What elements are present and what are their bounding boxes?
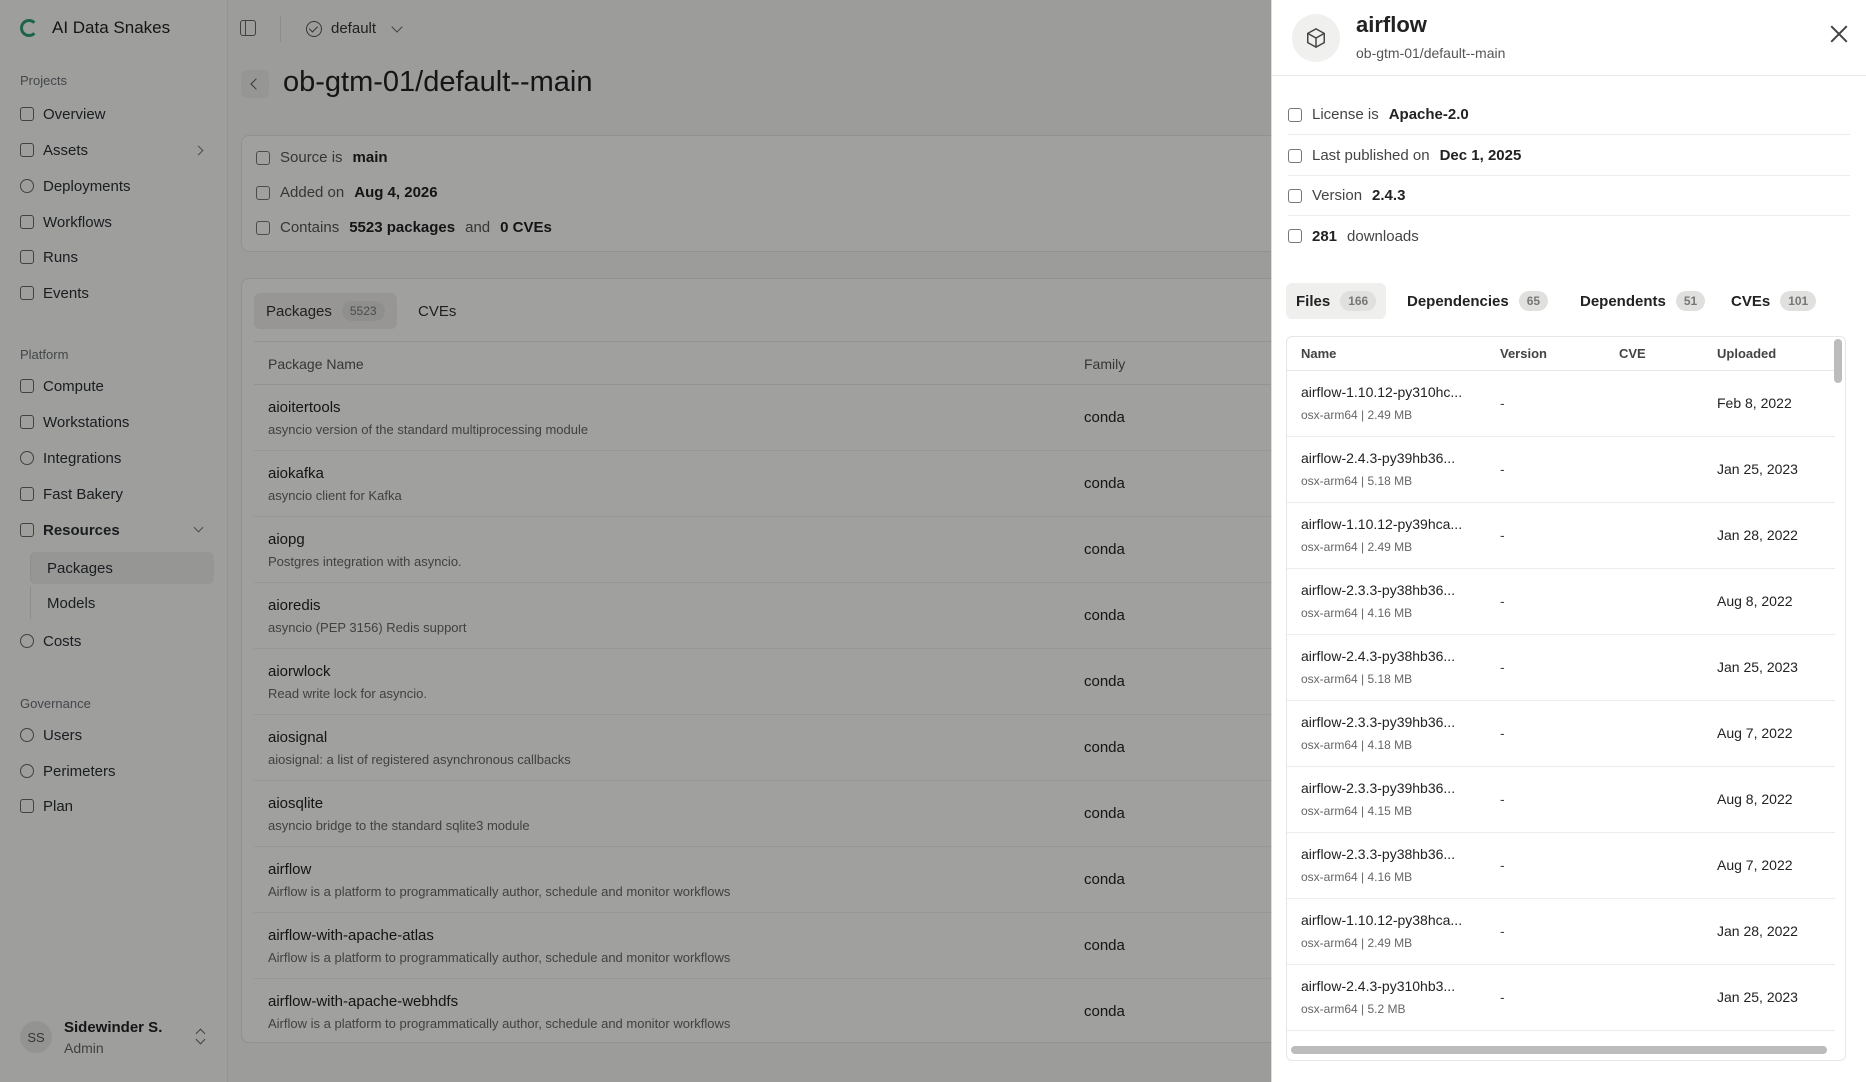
- tab-cves[interactable]: CVEs 101: [1721, 283, 1826, 319]
- column-header-version[interactable]: Version: [1500, 346, 1547, 361]
- file-uploaded: Jan 28, 2022: [1717, 923, 1798, 939]
- file-version: -: [1500, 923, 1505, 939]
- file-name: airflow-2.3.3-py39hb36...: [1301, 714, 1456, 730]
- file-version: -: [1500, 791, 1505, 807]
- table-header: Name Version CVE Uploaded: [1287, 337, 1835, 371]
- drawer-subtitle: ob-gtm-01/default--main: [1356, 45, 1506, 61]
- file-uploaded: Jan 25, 2023: [1717, 461, 1798, 477]
- file-meta: osx-arm64 | 4.16 MB: [1301, 870, 1413, 884]
- file-uploaded: Jan 25, 2023: [1717, 989, 1798, 1005]
- count-badge: 101: [1780, 291, 1817, 311]
- meta-license: License is Apache-2.0: [1288, 95, 1850, 135]
- modal-backdrop[interactable]: [0, 0, 1271, 1082]
- meta-downloads: 281 downloads: [1288, 216, 1850, 256]
- file-meta: osx-arm64 | 5.2 MB: [1301, 1002, 1406, 1016]
- tab-dependents[interactable]: Dependents 51: [1570, 283, 1715, 319]
- table-row[interactable]: airflow-2.3.3-py38hb36... osx-arm64 | 4.1…: [1287, 569, 1835, 635]
- package-icon: [1307, 27, 1325, 49]
- column-header-uploaded[interactable]: Uploaded: [1717, 346, 1776, 361]
- calendar-icon: [1288, 148, 1302, 163]
- file-meta: osx-arm64 | 2.49 MB: [1301, 540, 1413, 554]
- table-row[interactable]: airflow-2.3.3-py38hb36... osx-arm64 | 4.1…: [1287, 833, 1835, 899]
- horizontal-scrollbar[interactable]: [1291, 1046, 1827, 1054]
- file-uploaded: Jan 28, 2022: [1717, 527, 1798, 543]
- table-row[interactable]: airflow-1.10.12-py310hc... osx-arm64 | 2.…: [1287, 371, 1835, 437]
- file-version: -: [1500, 725, 1505, 741]
- file-meta: osx-arm64 | 5.18 MB: [1301, 672, 1413, 686]
- file-meta: osx-arm64 | 2.49 MB: [1301, 936, 1413, 950]
- file-meta: osx-arm64 | 4.18 MB: [1301, 738, 1413, 752]
- file-uploaded: Aug 8, 2022: [1717, 593, 1793, 609]
- close-icon[interactable]: [1830, 25, 1848, 43]
- table-row[interactable]: airflow-2.3.3-py39hb36... osx-arm64 | 4.1…: [1287, 767, 1835, 833]
- file-name: airflow-2.4.3-py38hb36...: [1301, 648, 1456, 664]
- file-version: -: [1500, 461, 1505, 477]
- count-badge: 51: [1675, 291, 1706, 311]
- files-table: Name Version CVE Uploaded airflow-1.10.1…: [1286, 336, 1846, 1061]
- file-name: airflow-1.10.12-py310hc...: [1301, 384, 1463, 400]
- column-header-name[interactable]: Name: [1301, 346, 1336, 361]
- package-drawer: airflow ob-gtm-01/default--main License …: [1271, 0, 1866, 1082]
- file-version: -: [1500, 857, 1505, 873]
- file-name: airflow-1.10.12-py39hca...: [1301, 516, 1463, 532]
- column-header-cve[interactable]: CVE: [1619, 346, 1646, 361]
- table-row[interactable]: airflow-1.10.12-py39hca... osx-arm64 | 2.…: [1287, 503, 1835, 569]
- app-root: AI Data Snakes Projects Overview Assets …: [0, 0, 1866, 1082]
- file-meta: osx-arm64 | 2.49 MB: [1301, 408, 1413, 422]
- drawer-title: airflow: [1356, 12, 1427, 37]
- file-version: -: [1500, 395, 1505, 411]
- vertical-scrollbar[interactable]: [1834, 339, 1842, 383]
- tag-icon: [1288, 188, 1302, 203]
- file-name: airflow-2.3.3-py39hb36...: [1301, 780, 1456, 796]
- file-version: -: [1500, 989, 1505, 1005]
- file-name: airflow-2.4.3-py310hb3...: [1301, 978, 1456, 994]
- tab-dependencies[interactable]: Dependencies 65: [1397, 283, 1558, 319]
- file-version: -: [1500, 593, 1505, 609]
- meta-version: Version 2.4.3: [1288, 176, 1850, 216]
- file-uploaded: Aug 8, 2022: [1717, 791, 1793, 807]
- file-meta: osx-arm64 | 4.16 MB: [1301, 606, 1413, 620]
- file-name: airflow-2.3.3-py38hb36...: [1301, 582, 1456, 598]
- table-row[interactable]: airflow-2.3.3-py39hb36... osx-arm64 | 4.1…: [1287, 701, 1835, 767]
- document-icon: [1288, 107, 1302, 122]
- file-uploaded: Feb 8, 2022: [1717, 395, 1792, 411]
- download-icon: [1288, 229, 1302, 243]
- file-uploaded: Aug 7, 2022: [1717, 725, 1793, 741]
- file-version: -: [1500, 659, 1505, 675]
- file-meta: osx-arm64 | 4.15 MB: [1301, 804, 1413, 818]
- file-meta: osx-arm64 | 5.18 MB: [1301, 474, 1413, 488]
- file-version: -: [1500, 527, 1505, 543]
- table-row[interactable]: airflow-1.10.12-py38hca... osx-arm64 | 2.…: [1287, 899, 1835, 965]
- tab-files[interactable]: Files 166: [1286, 283, 1387, 319]
- file-name: airflow-2.3.3-py38hb36...: [1301, 846, 1456, 862]
- file-name: airflow-2.4.3-py39hb36...: [1301, 450, 1456, 466]
- table-row[interactable]: airflow-2.4.3-py310hb3... osx-arm64 | 5.2…: [1287, 965, 1835, 1031]
- package-avatar: [1292, 14, 1340, 62]
- table-row[interactable]: airflow-2.4.3-py38hb36... osx-arm64 | 5.1…: [1287, 635, 1835, 701]
- meta-published: Last published on Dec 1, 2025: [1288, 136, 1850, 176]
- count-badge: 166: [1340, 291, 1377, 311]
- file-uploaded: Jan 25, 2023: [1717, 659, 1798, 675]
- file-name: airflow-1.10.12-py38hca...: [1301, 912, 1463, 928]
- file-uploaded: Aug 7, 2022: [1717, 857, 1793, 873]
- count-badge: 65: [1518, 291, 1549, 311]
- table-row[interactable]: airflow-2.4.3-py39hb36... osx-arm64 | 5.1…: [1287, 437, 1835, 503]
- divider: [1272, 75, 1866, 76]
